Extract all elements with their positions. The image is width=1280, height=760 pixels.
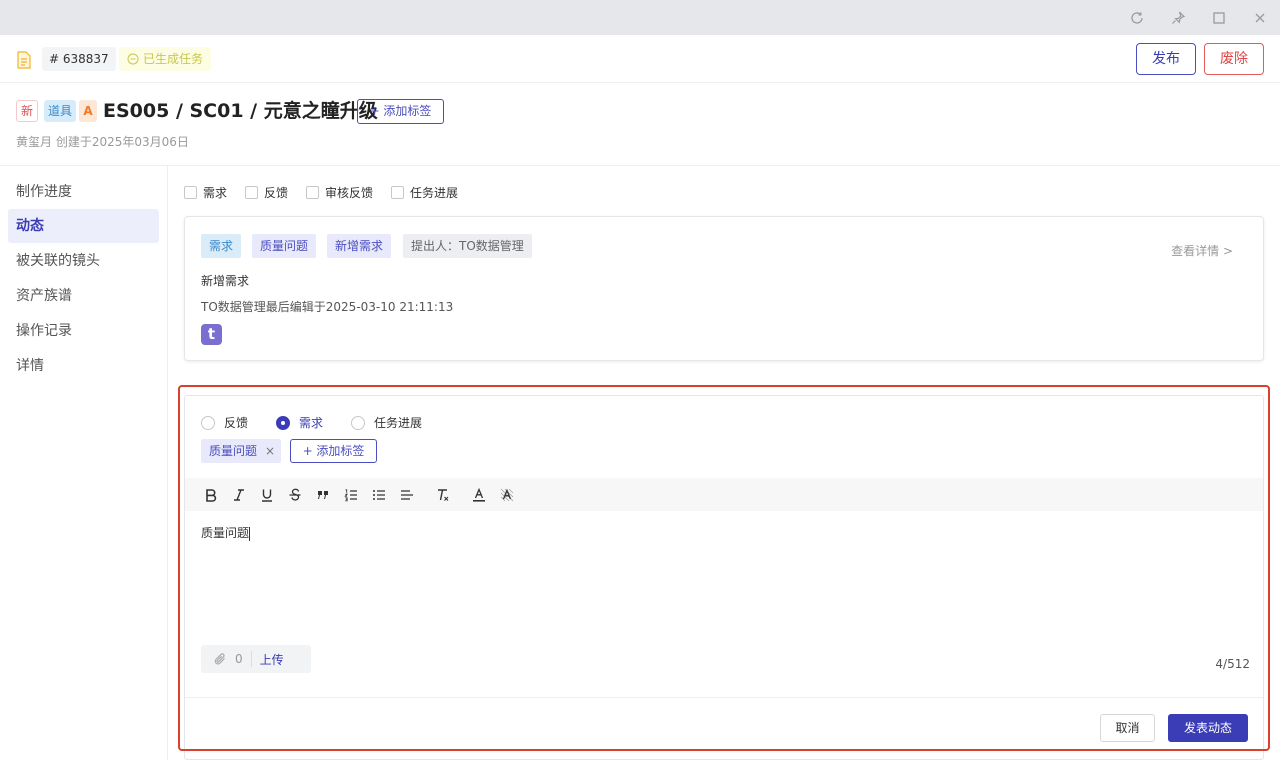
filter-review-feedback[interactable]: 审核反馈 <box>306 184 373 201</box>
sidebar-item-activity[interactable]: 动态 <box>8 209 159 243</box>
filter-feedback[interactable]: 反馈 <box>245 184 288 201</box>
refresh-icon[interactable] <box>1127 8 1147 28</box>
filter-label: 任务进展 <box>410 185 459 200</box>
card-tag-new-requirement: 新增需求 <box>327 234 392 258</box>
task-id: # 638837 <box>42 47 116 71</box>
activity-card: 需求 质量问题 新增需求 提出人：TO数据管理 查看详情 > 新增需求 TO数据… <box>184 216 1264 361</box>
filter-label: 需求 <box>203 185 228 200</box>
sidebar-item-asset-genealogy[interactable]: 资产族谱 <box>8 279 159 313</box>
window-title-bar <box>0 0 1280 35</box>
check-circle-icon <box>127 53 139 65</box>
title-area: 新 道具 A ES005 / SC01 / 元意之瞳升级 + 添加标签 黄玺月 … <box>0 83 1280 166</box>
card-tag-requirement: 需求 <box>201 234 242 258</box>
activity-edited-info: TO数据管理最后编辑于2025-03-10 21:11:13 <box>201 300 454 314</box>
card-tag-quality: 质量问题 <box>252 234 317 258</box>
checkbox[interactable] <box>245 185 259 199</box>
publish-button[interactable]: 发布 <box>1136 43 1196 75</box>
tag-prop: 道具 <box>44 100 77 122</box>
filter-label: 反馈 <box>264 185 289 200</box>
document-icon <box>16 51 32 69</box>
discard-button[interactable]: 废除 <box>1204 43 1264 75</box>
view-detail-link[interactable]: 查看详情 > <box>1171 242 1233 259</box>
filter-requirement[interactable]: 需求 <box>184 184 227 201</box>
checkbox[interactable] <box>184 185 197 199</box>
status-badge: 已生成任务 <box>119 47 212 71</box>
card-tag-proposer: 提出人：TO数据管理 <box>403 234 532 258</box>
activity-filters: 需求 反馈 审核反馈 任务进展 <box>184 183 476 201</box>
highlight-box <box>178 385 1270 751</box>
checkbox[interactable] <box>306 185 320 199</box>
checkbox[interactable] <box>391 185 405 199</box>
pin-icon[interactable] <box>1168 8 1188 28</box>
sidebar-item-progress[interactable]: 制作进度 <box>8 175 159 209</box>
sidebar-item-linked-shots[interactable]: 被关联的镜头 <box>8 244 159 278</box>
status-badge-label: 已生成任务 <box>143 52 204 66</box>
tag-new: 新 <box>16 100 39 122</box>
activity-text: 新增需求 <box>201 274 250 288</box>
add-tag-button[interactable]: + 添加标签 <box>357 99 444 124</box>
tag-grade: A <box>79 100 97 122</box>
creator-meta: 黄玺月 创建于2025年03月06日 <box>16 135 189 149</box>
avatar: t <box>201 324 222 345</box>
filter-task-progress[interactable]: 任务进展 <box>391 184 458 201</box>
sidebar: 制作进度 动态 被关联的镜头 资产族谱 操作记录 详情 <box>0 166 168 760</box>
page-title: ES005 / SC01 / 元意之瞳升级 <box>103 100 378 122</box>
close-icon[interactable] <box>1250 8 1270 28</box>
filter-label: 审核反馈 <box>325 185 374 200</box>
sidebar-item-operation-log[interactable]: 操作记录 <box>8 314 159 348</box>
maximize-icon[interactable] <box>1209 8 1229 28</box>
task-header: # 638837 已生成任务 发布 废除 <box>0 35 1280 83</box>
sidebar-item-details[interactable]: 详情 <box>8 349 159 383</box>
